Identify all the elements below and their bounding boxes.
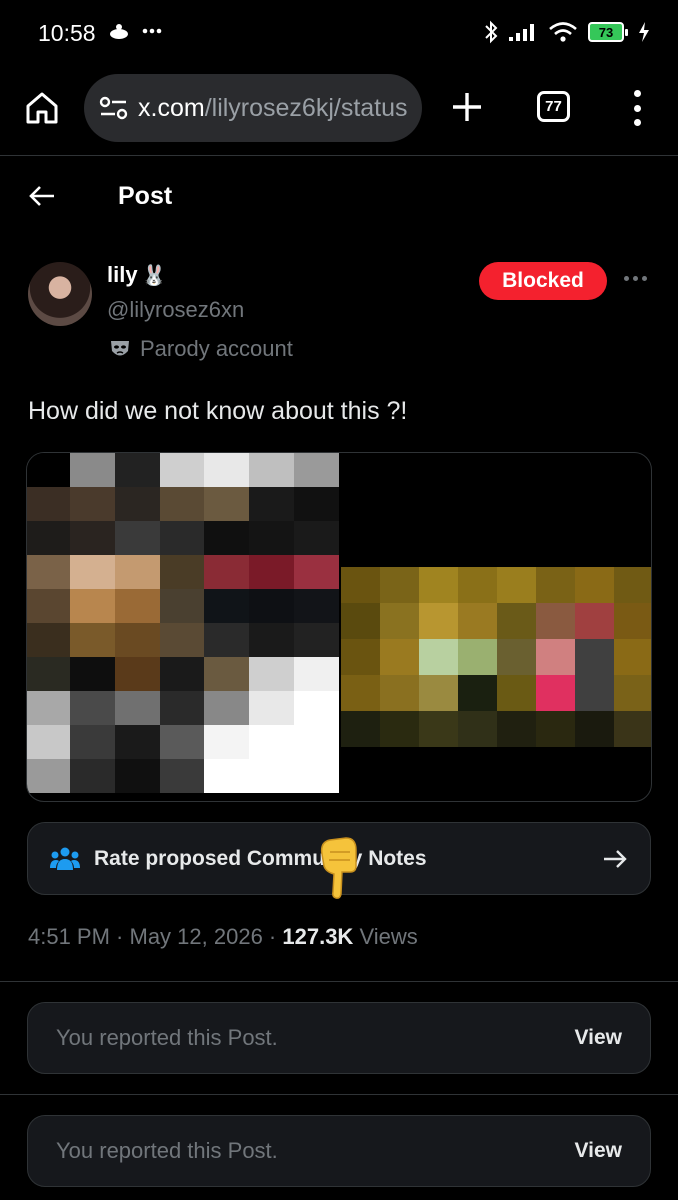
rabbit-emoji-icon: 🐰 (141, 264, 167, 287)
new-tab-icon[interactable] (450, 90, 484, 124)
divider (0, 1094, 678, 1095)
report-card: You reported this Post. View (27, 1115, 651, 1187)
author-name[interactable]: lily 🐰 (107, 262, 166, 288)
site-settings-icon[interactable] (98, 94, 130, 122)
arrow-right-icon (604, 849, 627, 868)
post-time: 4:51 PM (28, 924, 110, 949)
pixelated-image-right[interactable] (341, 567, 651, 747)
bluetooth-icon (485, 20, 498, 44)
more-icon (142, 28, 162, 34)
view-button[interactable]: View (575, 1026, 622, 1050)
post-media[interactable] (26, 452, 652, 802)
pointing-hand-emoji-icon (320, 837, 357, 899)
views-count: 127.3K (282, 924, 354, 949)
blocked-button[interactable]: Blocked (479, 262, 607, 300)
status-time: 10:58 (38, 20, 96, 46)
people-icon (50, 847, 80, 870)
address-bar[interactable]: x.com/lilyrosez6kj/status (84, 74, 422, 142)
signal-icon (509, 24, 534, 41)
status-bar: 10:58 73 (0, 0, 678, 68)
wifi-icon (549, 22, 577, 42)
mask-icon (111, 341, 129, 356)
browser-menu-icon[interactable] (628, 90, 646, 126)
home-icon[interactable] (24, 90, 60, 126)
avatar[interactable] (28, 262, 92, 326)
post-meta: 4:51 PM · May 12, 2026 · 127.3K Views (28, 924, 418, 949)
url-text[interactable]: x.com/lilyrosez6kj/status (138, 94, 408, 123)
view-button[interactable]: View (575, 1139, 622, 1163)
parody-label: Parody account (108, 336, 293, 362)
page-title: Post (118, 182, 173, 210)
post-date: May 12, 2026 (129, 924, 263, 949)
pixelated-image-left[interactable] (27, 453, 339, 793)
views-label: Views (359, 924, 418, 949)
charging-icon (639, 22, 649, 42)
report-text: You reported this Post. (56, 1138, 278, 1163)
back-arrow-icon[interactable] (28, 182, 56, 210)
report-card: You reported this Post. View (27, 1002, 651, 1074)
report-text: You reported this Post. (56, 1025, 278, 1050)
divider (0, 981, 678, 982)
notification-icon (110, 24, 128, 39)
author-handle[interactable]: @lilyrosez6xn (107, 297, 244, 323)
post-header: Post (0, 158, 678, 236)
tab-switcher-button[interactable]: 77 (537, 91, 570, 122)
post-text: How did we not know about this ?! (28, 397, 408, 425)
more-options-icon[interactable] (624, 276, 647, 281)
browser-toolbar: x.com/lilyrosez6kj/status 77 (0, 68, 678, 156)
battery-icon: 73 (588, 22, 628, 42)
